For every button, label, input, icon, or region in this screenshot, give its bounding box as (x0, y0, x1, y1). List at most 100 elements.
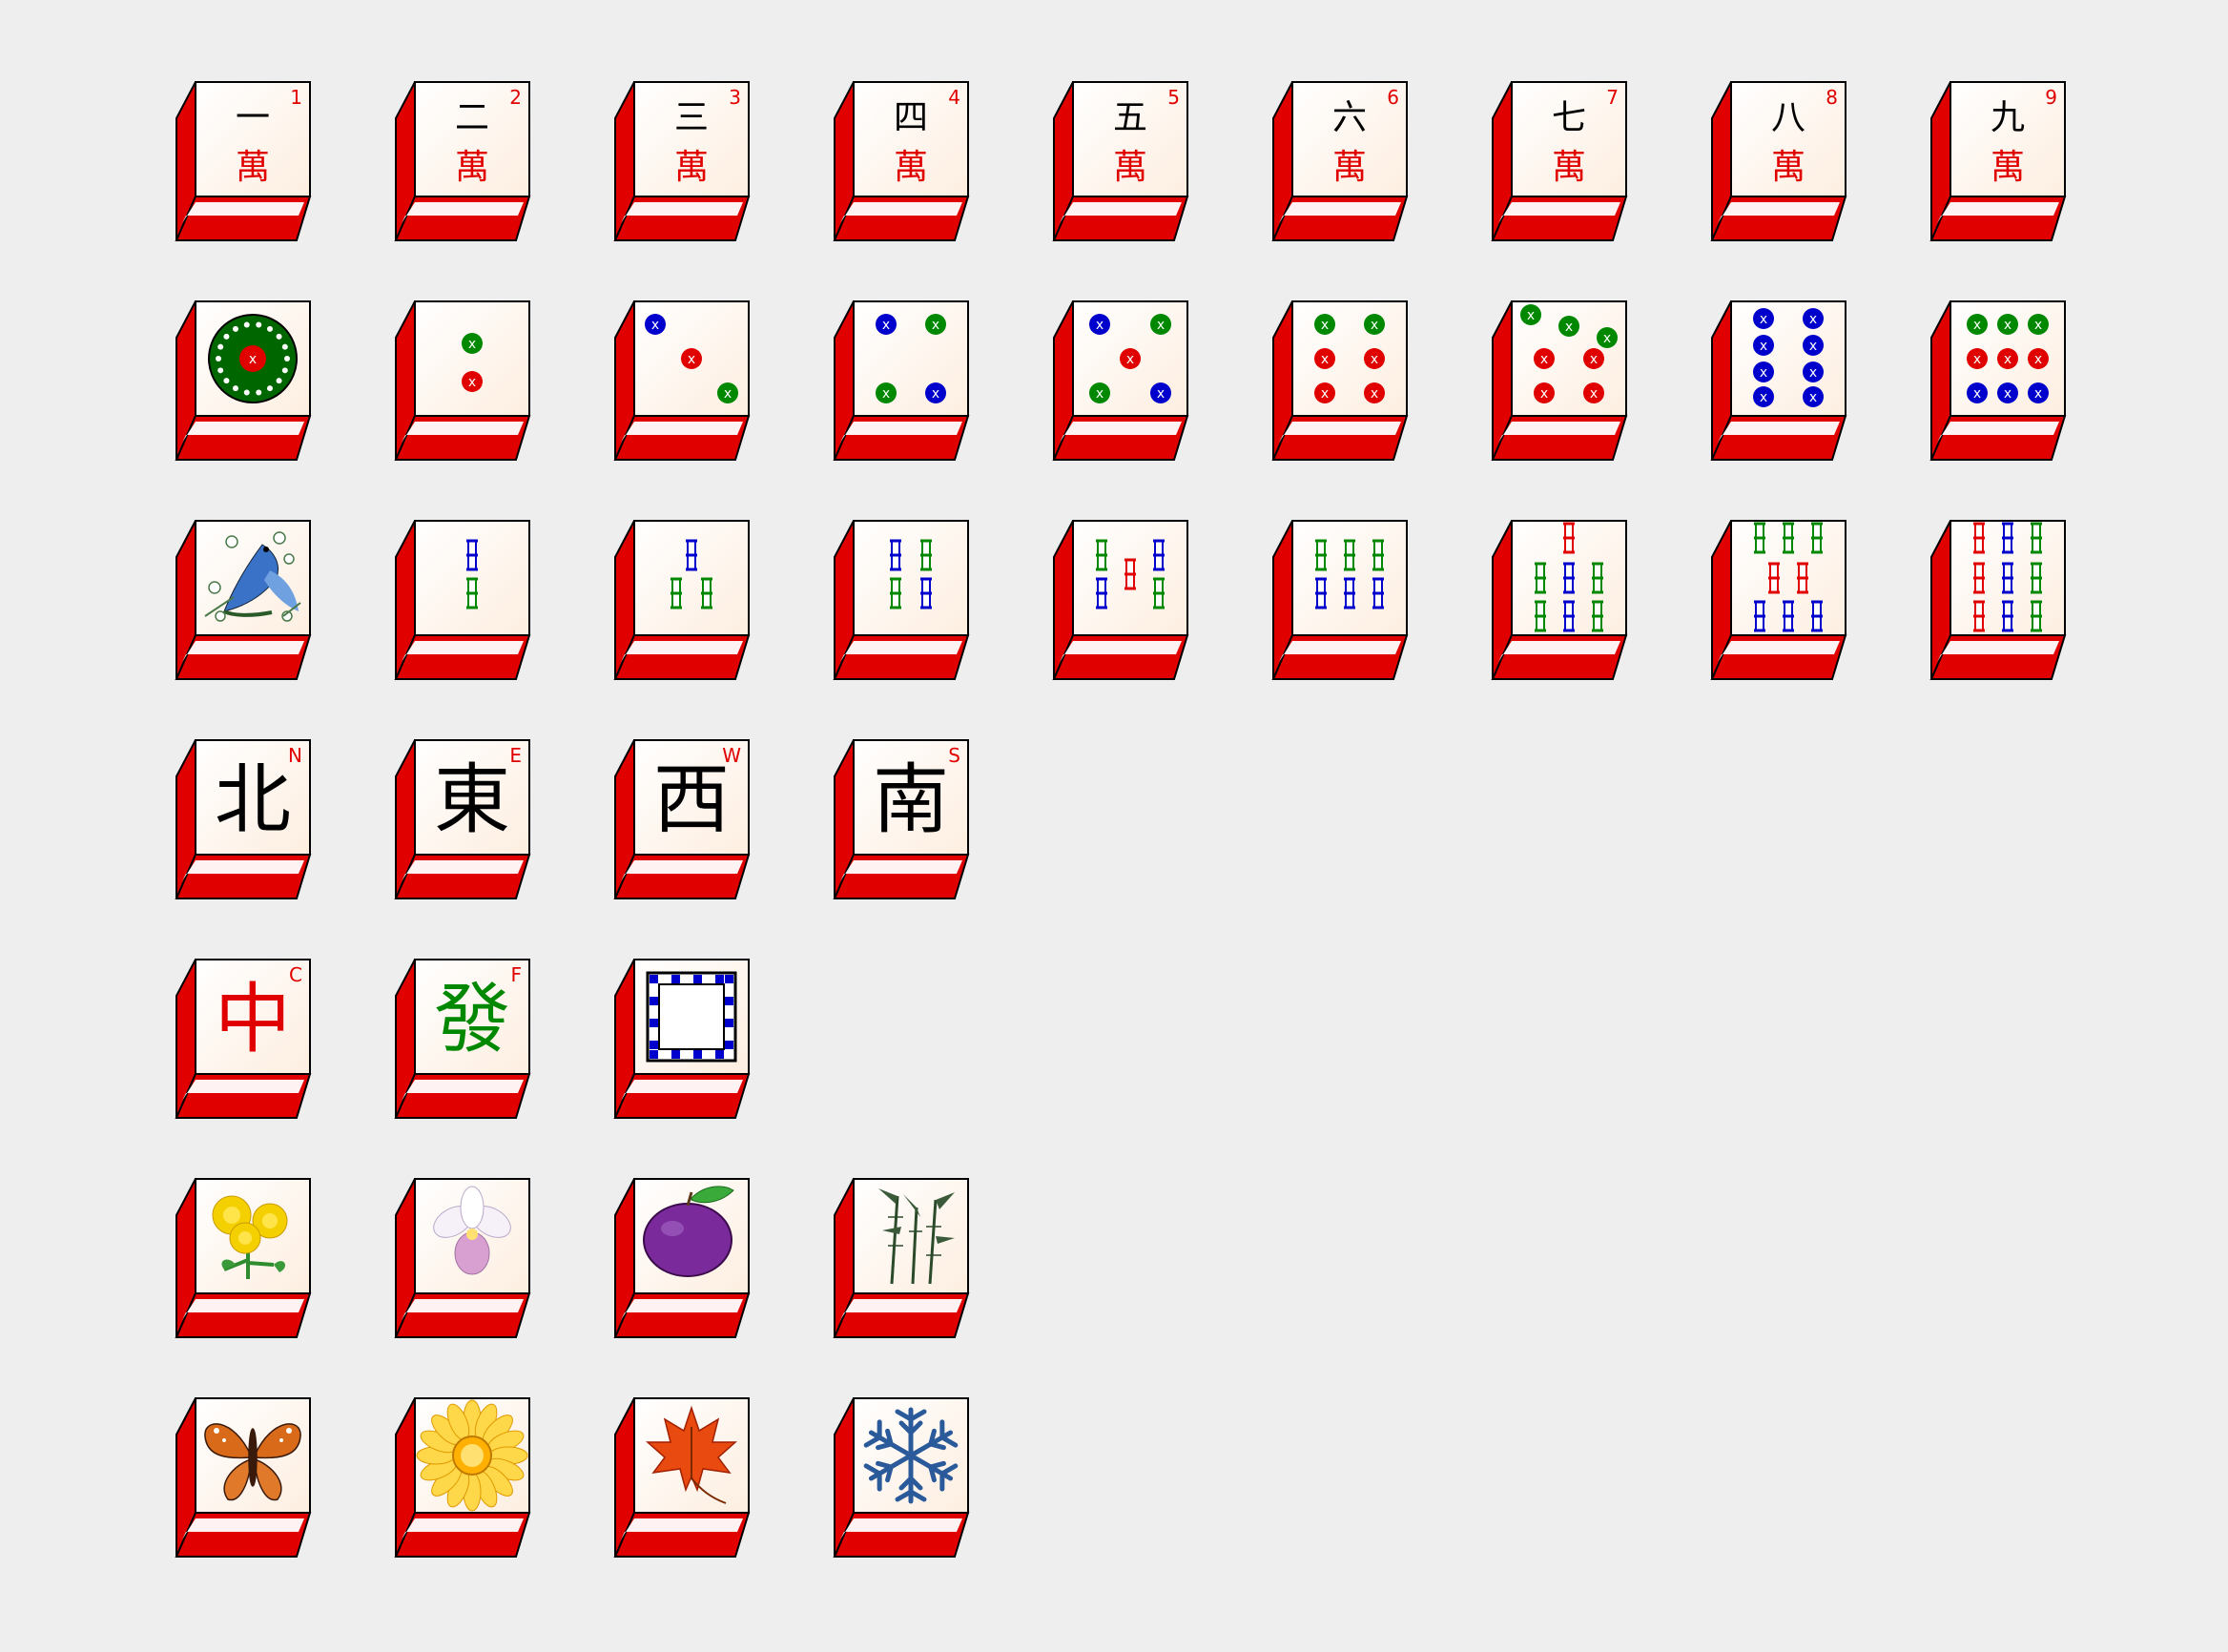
tile-circles-9[interactable]: x x x x x x x x x (1929, 300, 2074, 464)
svg-text:x: x (2004, 386, 2011, 402)
tile-face (1292, 82, 1407, 196)
tile-bamboos-2[interactable] (394, 520, 539, 683)
svg-text:x: x (1157, 318, 1165, 333)
circles-4-icon: x x x x (854, 301, 968, 416)
tile-bamboos-4[interactable] (833, 520, 978, 683)
svg-text:x: x (1973, 318, 1981, 333)
plum-icon (634, 1179, 749, 1293)
svg-text:x: x (1590, 386, 1598, 402)
circles-1-icon: x (196, 301, 310, 416)
svg-text:x: x (1973, 352, 1981, 367)
circles-2-icon: x x (415, 301, 529, 416)
tile-characters-3[interactable]: 三萬3 (613, 81, 758, 244)
tile-winds-1[interactable]: 北N (175, 739, 320, 902)
tile-bamboos-1[interactable] (175, 520, 320, 683)
tile-face (196, 960, 310, 1074)
tile-characters-7[interactable]: 七萬7 (1491, 81, 1636, 244)
tile-bamboos-6[interactable] (1271, 520, 1416, 683)
svg-text:x: x (1371, 318, 1378, 333)
tile-characters-8[interactable]: 八萬8 (1710, 81, 1855, 244)
sunflower-icon (415, 1398, 529, 1513)
tile-circles-8[interactable]: x x x x x x x x (1710, 300, 1855, 464)
tile-dragons-2[interactable]: 發F (394, 959, 539, 1122)
tile-bamboos-5[interactable] (1052, 520, 1197, 683)
svg-text:x: x (249, 352, 257, 367)
tile-face (415, 82, 529, 196)
svg-text:x: x (932, 386, 939, 402)
tile-circles-2[interactable]: x x (394, 300, 539, 464)
tile-characters-2[interactable]: 二萬2 (394, 81, 539, 244)
bamboo-2-icon (415, 521, 529, 635)
tile-winds-2[interactable]: 東E (394, 739, 539, 902)
tile-bamboos-7[interactable] (1491, 520, 1636, 683)
tile-circles-4[interactable]: x x x x (833, 300, 978, 464)
bamboo-3-icon (634, 521, 749, 635)
tile-flowers-3[interactable] (613, 1178, 758, 1341)
bamboo-plant-icon (854, 1179, 968, 1293)
tile-bamboos-3[interactable] (613, 520, 758, 683)
tile-face (196, 740, 310, 855)
tile-dragons-1[interactable]: 中C (175, 959, 320, 1122)
tile-flowers-1[interactable] (175, 1178, 320, 1341)
svg-text:x: x (2004, 352, 2011, 367)
tile-circles-1[interactable]: x (175, 300, 320, 464)
tile-circles-7[interactable]: x x x x x x x (1491, 300, 1636, 464)
svg-text:x: x (1527, 308, 1535, 323)
tile-circles-5[interactable]: x x x x x (1052, 300, 1197, 464)
bird-icon (196, 521, 310, 635)
chrysanthemum-icon (196, 1179, 310, 1293)
tile-winds-4[interactable]: 南S (833, 739, 978, 902)
svg-text:x: x (468, 337, 476, 352)
svg-text:x: x (1371, 352, 1378, 367)
svg-text:x: x (1760, 390, 1767, 405)
tile-face (1731, 82, 1846, 196)
svg-text:x: x (932, 318, 939, 333)
svg-text:x: x (1590, 352, 1598, 367)
circles-8-icon: x x x x x x x x (1731, 301, 1846, 416)
tile-face (634, 82, 749, 196)
svg-text:x: x (2034, 318, 2042, 333)
tile-face (1512, 82, 1626, 196)
tile-face (854, 82, 968, 196)
circles-9-icon: x x x x x x x x x (1950, 301, 2065, 416)
svg-text:x: x (2034, 386, 2042, 402)
svg-text:x: x (1371, 386, 1378, 402)
tile-seasons-2[interactable] (394, 1397, 539, 1560)
bamboo-4-icon (854, 521, 968, 635)
tile-seasons-3[interactable] (613, 1397, 758, 1560)
circles-5-icon: x x x x x (1073, 301, 1187, 416)
tile-characters-1[interactable]: 一萬1 (175, 81, 320, 244)
tile-bamboos-8[interactable] (1710, 520, 1855, 683)
svg-text:x: x (1760, 339, 1767, 354)
tile-circles-3[interactable]: x x x (613, 300, 758, 464)
tile-face (196, 82, 310, 196)
svg-text:x: x (1809, 365, 1817, 381)
circles-3-icon: x x x (634, 301, 749, 416)
circles-7-icon: x x x x x x x (1512, 301, 1626, 416)
tile-face (634, 740, 749, 855)
svg-text:x: x (1321, 352, 1329, 367)
tile-seasons-4[interactable] (833, 1397, 978, 1560)
tile-characters-6[interactable]: 六萬6 (1271, 81, 1416, 244)
svg-text:x: x (1760, 312, 1767, 327)
tile-face (415, 740, 529, 855)
tile-seasons-1[interactable] (175, 1397, 320, 1560)
svg-text:x: x (1321, 318, 1329, 333)
tile-characters-4[interactable]: 四萬4 (833, 81, 978, 244)
bamboo-7-icon (1512, 521, 1626, 635)
tile-characters-5[interactable]: 五萬5 (1052, 81, 1197, 244)
snowflake-icon (854, 1398, 968, 1513)
bamboo-8-icon (1731, 521, 1846, 635)
tile-bamboos-9[interactable] (1929, 520, 2074, 683)
svg-text:x: x (1096, 318, 1104, 333)
tile-dragons-3[interactable] (613, 959, 758, 1122)
tile-winds-3[interactable]: 西W (613, 739, 758, 902)
tile-flowers-4[interactable] (833, 1178, 978, 1341)
tile-characters-9[interactable]: 九萬9 (1929, 81, 2074, 244)
maple-leaf-icon (634, 1398, 749, 1513)
tile-circles-6[interactable]: x x x x x x (1271, 300, 1416, 464)
svg-text:x: x (724, 386, 732, 402)
bamboo-6-icon (1292, 521, 1407, 635)
tile-face (1073, 82, 1187, 196)
tile-flowers-2[interactable] (394, 1178, 539, 1341)
